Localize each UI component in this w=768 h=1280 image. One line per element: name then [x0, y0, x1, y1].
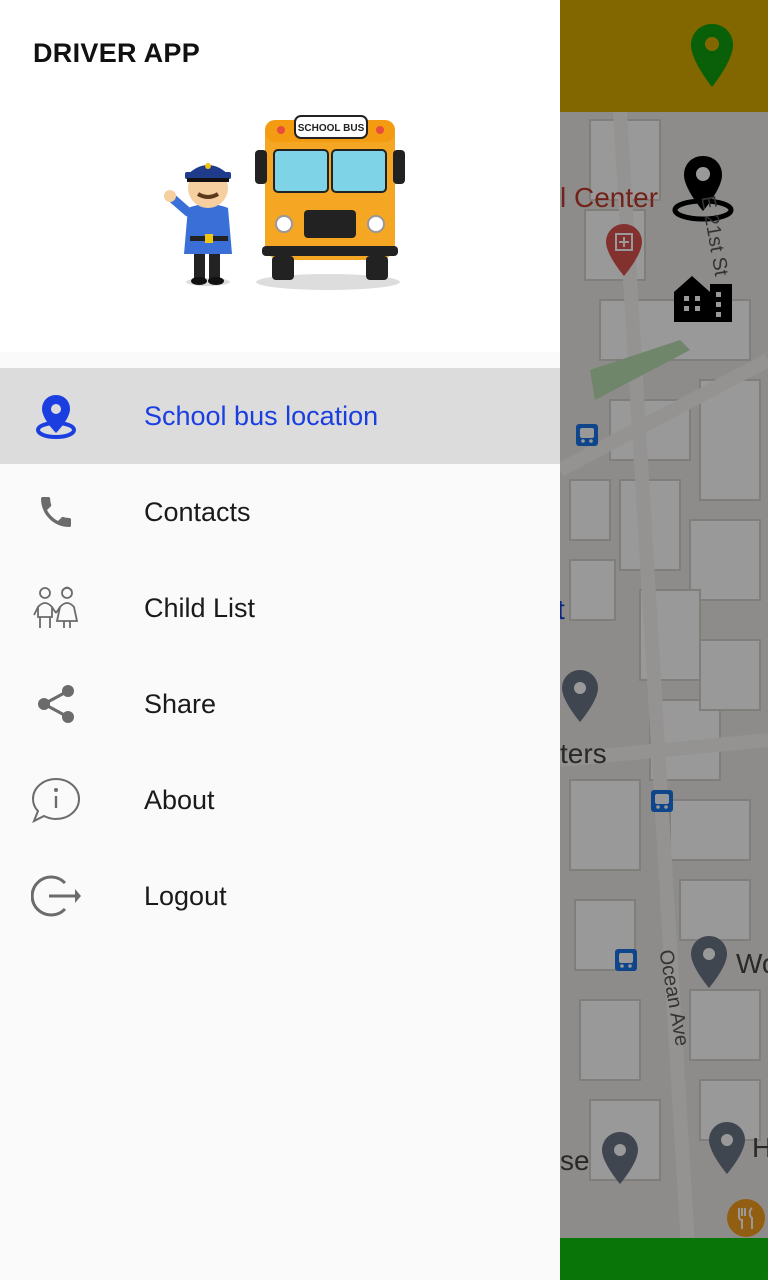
children-icon — [28, 584, 84, 632]
bus-sign-text: SCHOOL BUS — [298, 123, 365, 134]
menu-item-child-list[interactable]: Child List — [0, 560, 560, 656]
drawer-header: DRIVER APP SCHOOL BUS — [0, 0, 560, 352]
menu-item-label: About — [144, 784, 215, 815]
info-icon — [28, 776, 84, 824]
navigation-drawer: DRIVER APP SCHOOL BUS School bus locatio… — [0, 0, 560, 1280]
location-pin-icon — [28, 392, 84, 440]
school-bus-illustration: SCHOOL BUS — [255, 115, 405, 290]
menu-item-logout[interactable]: Logout — [0, 848, 560, 944]
driver-and-bus-illustration: SCHOOL BUS — [164, 115, 405, 290]
drawer-menu: School bus location Contacts Child List … — [0, 368, 560, 944]
logout-icon — [28, 872, 84, 920]
menu-item-school-bus-location[interactable]: School bus location — [0, 368, 560, 464]
menu-item-label: Logout — [144, 880, 227, 911]
menu-item-share[interactable]: Share — [0, 656, 560, 752]
menu-item-contacts[interactable]: Contacts — [0, 464, 560, 560]
menu-item-about[interactable]: About — [0, 752, 560, 848]
policeman-illustration — [164, 163, 232, 286]
share-icon — [28, 680, 84, 728]
menu-item-label: School bus location — [144, 400, 379, 431]
menu-item-label: Child List — [144, 592, 256, 623]
menu-item-label: Share — [144, 688, 217, 719]
menu-item-label: Contacts — [144, 496, 251, 527]
app-title: DRIVER APP — [33, 38, 201, 68]
phone-icon — [28, 488, 84, 536]
